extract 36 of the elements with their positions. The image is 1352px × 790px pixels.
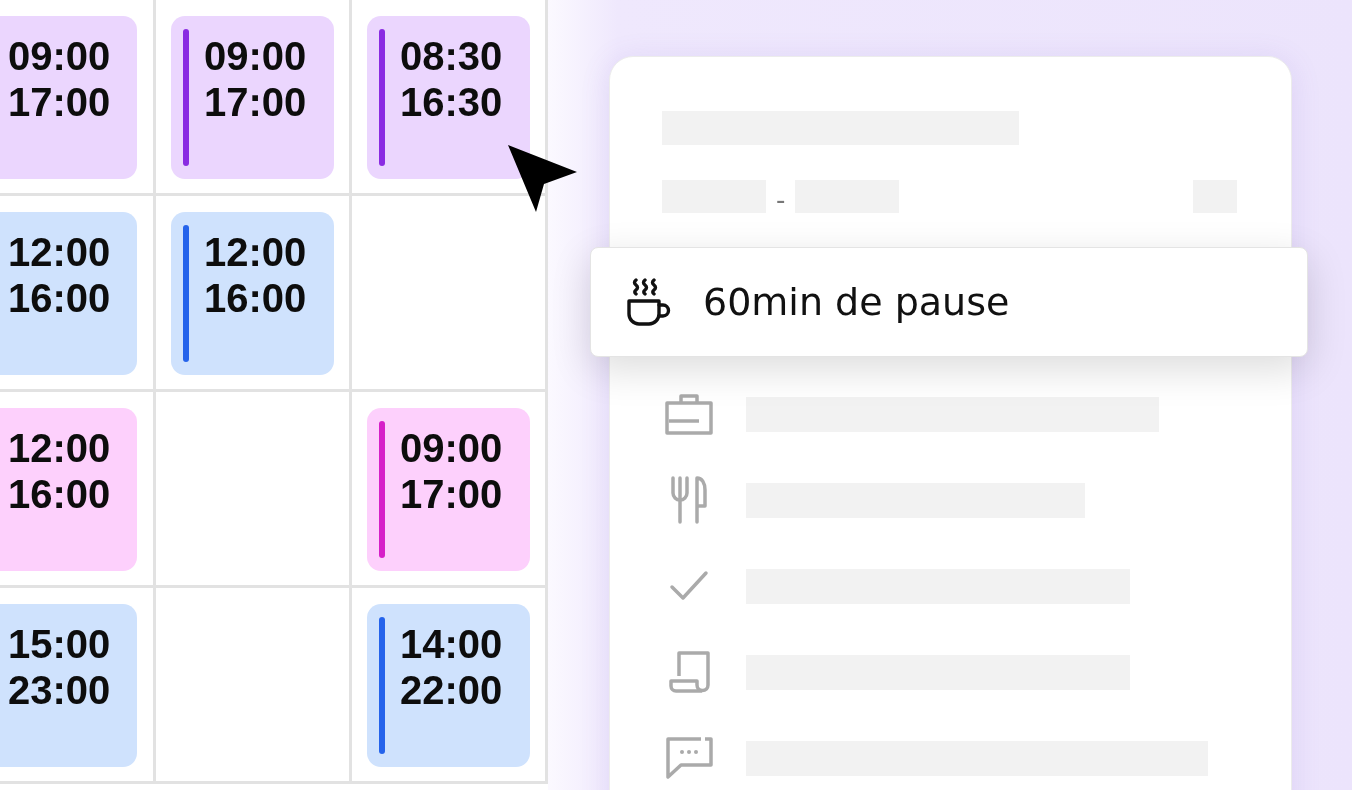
checkmark-icon [669, 570, 709, 602]
shift-card[interactable]: 12:00 16:00 [0, 408, 137, 571]
shift-end-time: 16:00 [8, 275, 111, 321]
shift-card[interactable]: 12:00 16:00 [171, 212, 334, 375]
shift-card[interactable]: 09:00 17:00 [0, 16, 137, 179]
chat-bubble-icon [665, 737, 713, 779]
shift-start-time: 15:00 [8, 621, 111, 667]
shift-start-time: 09:00 [8, 33, 111, 79]
shift-start-time: 12:00 [8, 229, 111, 275]
mouse-pointer-icon [508, 145, 577, 212]
shift-start-time: 09:00 [204, 33, 307, 79]
coffee-cup-icon [627, 278, 671, 326]
briefcase-icon [665, 393, 713, 435]
shift-end-time: 17:00 [400, 471, 503, 517]
shift-start-time: 12:00 [8, 425, 111, 471]
shift-end-time: 17:00 [204, 79, 307, 125]
fork-and-knife-icon [670, 476, 708, 524]
shift-start-time: 09:00 [400, 425, 503, 471]
shift-end-time: 16:00 [204, 275, 307, 321]
shift-card[interactable]: 15:00 23:00 [0, 604, 137, 767]
shift-card[interactable]: 09:00 17:00 [171, 16, 334, 179]
shift-end-time: 23:00 [8, 667, 111, 713]
shift-card[interactable]: 09:00 17:00 [367, 408, 530, 571]
shift-start-time: 12:00 [204, 229, 307, 275]
shift-end-time: 17:00 [8, 79, 111, 125]
shift-card[interactable]: 08:30 16:30 [367, 16, 530, 179]
shift-start-time: 14:00 [400, 621, 503, 667]
shift-end-time: 16:30 [400, 79, 503, 125]
shift-card[interactable]: 14:00 22:00 [367, 604, 530, 767]
shift-end-time: 22:00 [400, 667, 503, 713]
break-label: 60min de pause [703, 280, 1010, 324]
shift-card[interactable]: 12:00 16:00 [0, 212, 137, 375]
shift-start-time: 08:30 [400, 33, 503, 79]
shift-end-time: 16:00 [8, 471, 111, 517]
time-separator: - [776, 186, 786, 213]
scroll-icon [667, 650, 711, 694]
